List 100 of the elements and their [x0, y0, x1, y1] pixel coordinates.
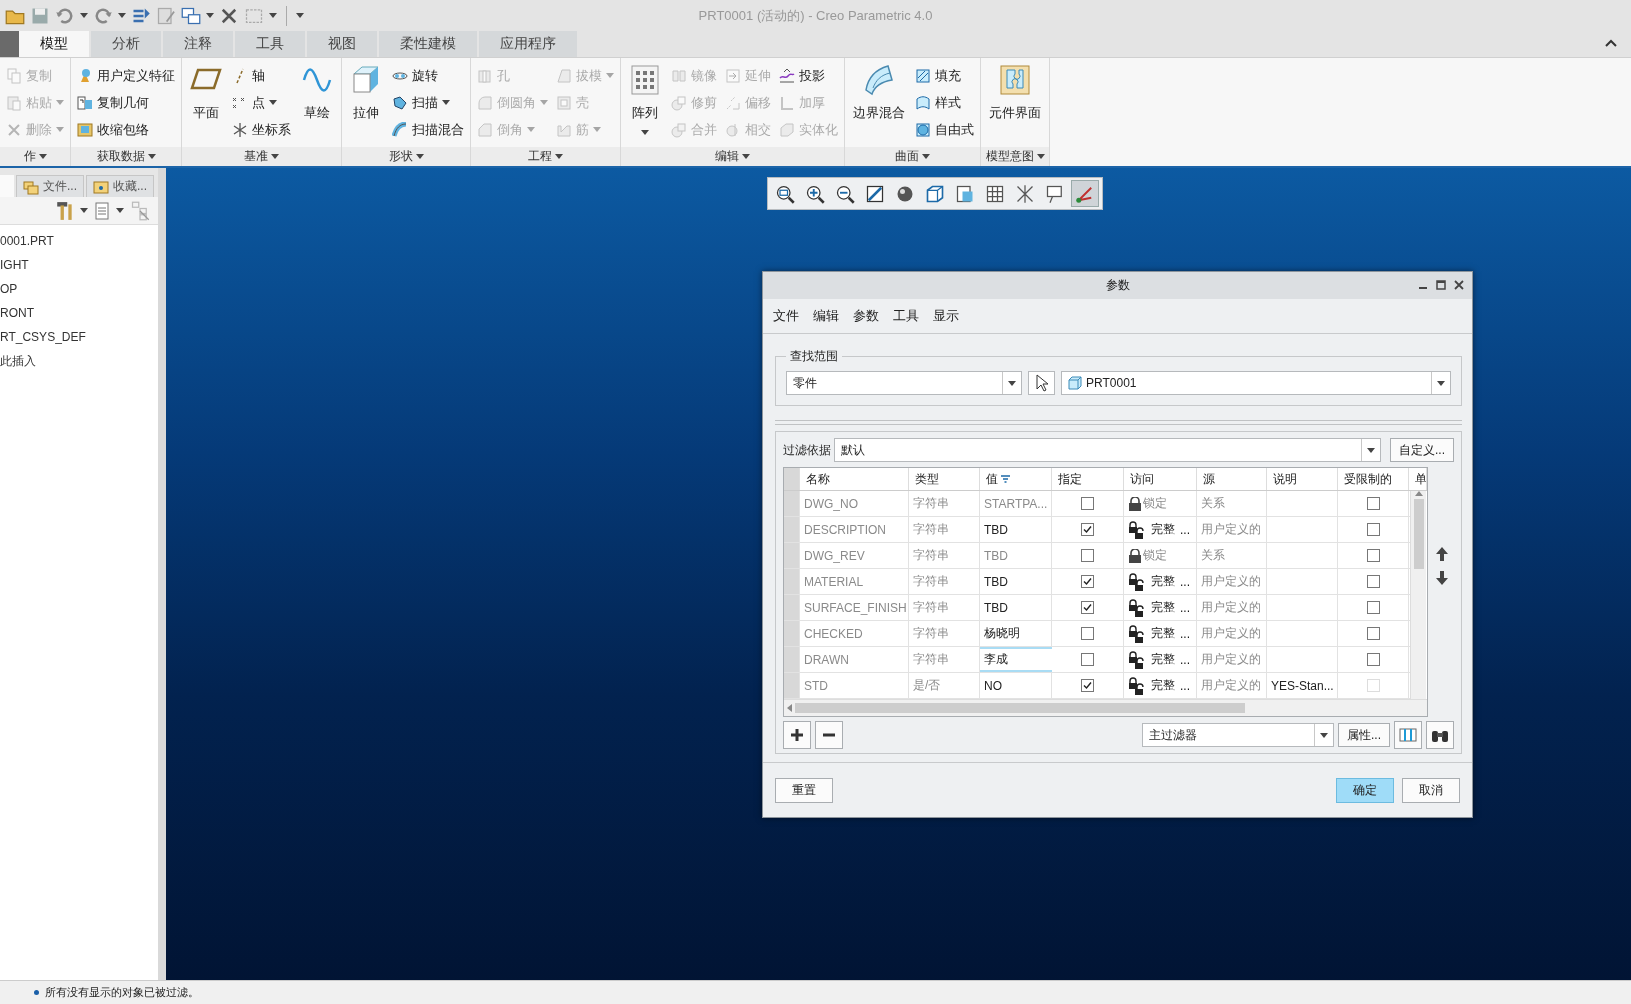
- more-button[interactable]: ...: [1178, 600, 1192, 615]
- tree-item[interactable]: OP: [0, 277, 158, 301]
- arrow-up-icon[interactable]: [1436, 547, 1448, 562]
- ribbon-tab[interactable]: 模型: [19, 31, 91, 57]
- ribbon-button[interactable]: 坐标系: [232, 116, 291, 143]
- ribbon-tab[interactable]: 工具: [235, 31, 307, 57]
- checkbox[interactable]: [1366, 627, 1380, 641]
- close-icon[interactable]: [1454, 280, 1464, 290]
- add-button[interactable]: [783, 721, 811, 750]
- column-header[interactable]: 类型: [909, 468, 980, 491]
- ribbon-button[interactable]: 收缩包络: [77, 116, 175, 143]
- ribbon-button[interactable]: 草绘: [299, 62, 335, 124]
- caret-icon[interactable]: [80, 13, 88, 18]
- checkbox[interactable]: [1366, 523, 1380, 537]
- menu-item[interactable]: 参数: [847, 307, 885, 325]
- column-header[interactable]: 源: [1197, 468, 1267, 491]
- ribbon-tab[interactable]: 视图: [307, 31, 379, 57]
- ribbon-button[interactable]: 阵列: [627, 62, 663, 137]
- caret-icon[interactable]: [206, 13, 214, 18]
- tree-item[interactable]: 此插入: [0, 349, 158, 373]
- menu-item[interactable]: 文件: [767, 307, 805, 325]
- group-label[interactable]: 曲面: [845, 147, 980, 166]
- caret-icon[interactable]: [118, 13, 126, 18]
- dialog-button[interactable]: 确定: [1336, 777, 1394, 803]
- scope-dropdown[interactable]: 零件: [786, 371, 1022, 396]
- group-label[interactable]: 编辑: [621, 147, 844, 166]
- filter-dropdown[interactable]: 默认: [834, 438, 1381, 463]
- column-header[interactable]: 名称: [800, 468, 909, 491]
- tree-item[interactable]: IGHT: [0, 253, 158, 277]
- ribbon-button[interactable]: 拉伸: [348, 62, 384, 124]
- tools-icon[interactable]: [56, 200, 74, 221]
- checkbox[interactable]: [1366, 575, 1380, 589]
- filter-dropdown[interactable]: 主过滤器: [1142, 723, 1334, 748]
- group-label[interactable]: 获取数据: [71, 147, 181, 166]
- ribbon-button[interactable]: 边界混合: [851, 62, 907, 124]
- object-dropdown[interactable]: PRT0001: [1061, 371, 1451, 396]
- ribbon-button[interactable]: 用户定义特征: [77, 62, 175, 89]
- ribbon-button[interactable]: 旋转: [392, 62, 464, 89]
- ribbon-button[interactable]: 扫描: [392, 89, 464, 116]
- ribbon-button[interactable]: 元件界面: [987, 62, 1043, 124]
- tree-item[interactable]: RONT: [0, 301, 158, 325]
- checkbox[interactable]: [1081, 653, 1094, 667]
- column-header[interactable]: 受限制的: [1338, 468, 1409, 491]
- group-label[interactable]: 模型意图: [981, 147, 1049, 166]
- scrollbar[interactable]: [784, 699, 1427, 717]
- ribbon-button[interactable]: 自由式: [915, 116, 974, 143]
- group-label[interactable]: 工程: [471, 147, 620, 166]
- caret-icon[interactable]: [296, 13, 304, 18]
- panel-tab[interactable]: 收藏...: [86, 175, 155, 197]
- menu-item[interactable]: 编辑: [807, 307, 845, 325]
- dialog-button[interactable]: 重置: [775, 777, 833, 803]
- checkbox[interactable]: [1081, 601, 1094, 615]
- ribbon-button[interactable]: 投影: [779, 62, 838, 89]
- remove-button[interactable]: [815, 721, 843, 750]
- scrollbar-thumb[interactable]: [795, 703, 1245, 714]
- checkbox[interactable]: [1366, 497, 1380, 511]
- menu-item[interactable]: 显示: [927, 307, 965, 325]
- menu-item[interactable]: 工具: [887, 307, 925, 325]
- caret-icon[interactable]: [116, 208, 124, 213]
- ribbon-tab[interactable]: 注释: [163, 31, 235, 57]
- ribbon-button[interactable]: 轴: [232, 62, 291, 89]
- input-field[interactable]: 李成: [980, 647, 1052, 673]
- tree-item[interactable]: RT_CSYS_DEF: [0, 325, 158, 349]
- scrollbar-thumb[interactable]: [1413, 499, 1424, 570]
- ribbon-tab[interactable]: 应用程序: [479, 31, 579, 57]
- more-button[interactable]: ...: [1178, 522, 1192, 537]
- collapse-icon[interactable]: [1605, 39, 1617, 47]
- checkbox[interactable]: [1366, 549, 1380, 563]
- ribbon-button[interactable]: 平面: [188, 62, 224, 124]
- more-button[interactable]: ...: [1178, 626, 1192, 641]
- checkbox[interactable]: [1366, 601, 1380, 615]
- more-button[interactable]: ...: [1178, 678, 1192, 693]
- ribbon-button[interactable]: 扫描混合: [392, 116, 464, 143]
- group-label[interactable]: 作: [0, 147, 70, 166]
- customize-button[interactable]: 自定义...: [1390, 438, 1454, 463]
- checkbox[interactable]: [1081, 549, 1094, 563]
- column-header[interactable]: 说明: [1267, 468, 1338, 491]
- more-button[interactable]: ...: [1178, 574, 1192, 589]
- caret-icon[interactable]: [80, 208, 88, 213]
- checkbox[interactable]: [1081, 497, 1094, 511]
- ribbon-button[interactable]: 填充: [915, 62, 974, 89]
- ribbon-button[interactable]: 复制几何: [77, 89, 175, 116]
- dialog-button[interactable]: 取消: [1402, 777, 1460, 803]
- column-header[interactable]: 指定: [1052, 468, 1124, 491]
- group-label[interactable]: 基准: [182, 147, 341, 166]
- ribbon-tab[interactable]: 柔性建模: [379, 31, 479, 57]
- scrollbar[interactable]: [1410, 491, 1426, 700]
- checkbox[interactable]: [1081, 523, 1094, 537]
- group-label[interactable]: 形状: [342, 147, 470, 166]
- checkbox[interactable]: [1366, 653, 1380, 667]
- find-button[interactable]: [1426, 721, 1454, 750]
- panel-tab[interactable]: 文件...: [16, 175, 84, 197]
- windows-icon[interactable]: [181, 5, 201, 26]
- checkbox[interactable]: [1081, 679, 1094, 693]
- maximize-icon[interactable]: [1436, 280, 1446, 290]
- checkbox[interactable]: [1081, 575, 1094, 589]
- ribbon-button[interactable]: 点: [232, 89, 291, 116]
- checkbox[interactable]: [1081, 627, 1094, 641]
- ribbon-button[interactable]: 样式: [915, 89, 974, 116]
- ribbon-tab[interactable]: 分析: [91, 31, 163, 57]
